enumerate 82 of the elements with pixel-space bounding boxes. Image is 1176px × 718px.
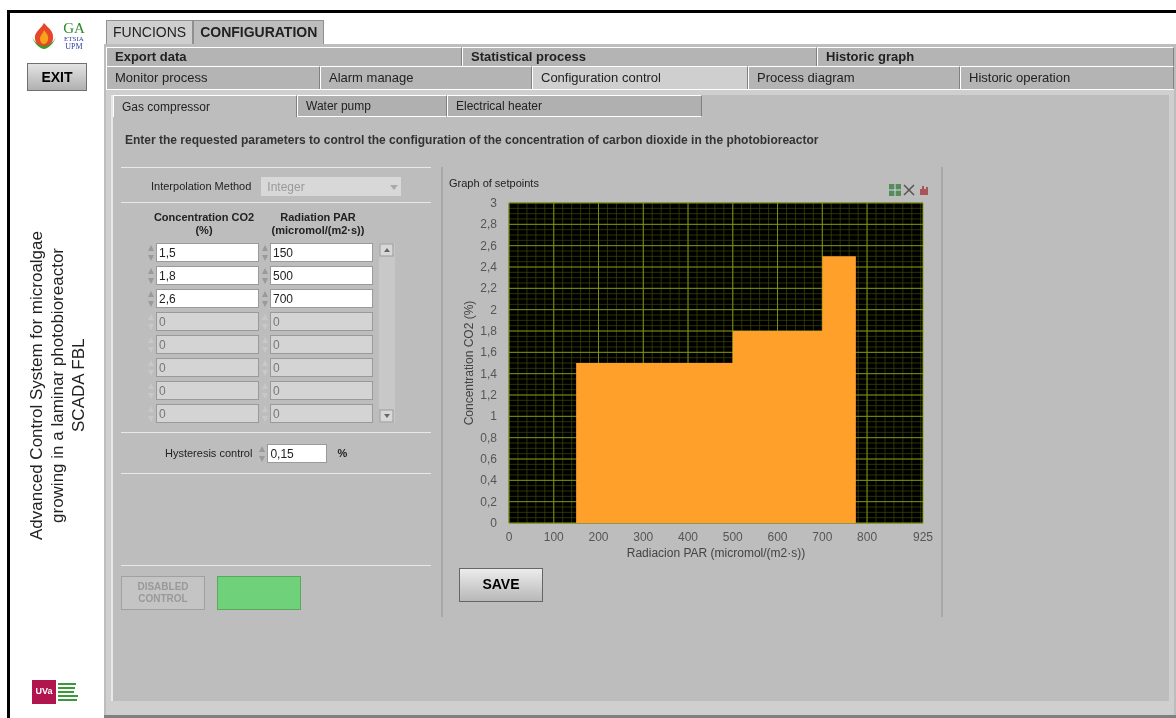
y-tick-label: 0	[490, 515, 497, 530]
tab[interactable]: Process diagram	[748, 66, 960, 89]
y-tick-label: 0,6	[480, 451, 497, 466]
logo-label: UVa	[32, 680, 56, 704]
graph-title: Graph of setpoints	[449, 176, 539, 191]
field-label: Interpolation Method	[151, 179, 252, 195]
spinner-arrows-icon[interactable]	[147, 266, 155, 285]
y-tick-label: 1,8	[480, 323, 497, 338]
x-tick-label: 800	[857, 529, 878, 544]
x-tick-label: 925	[913, 529, 933, 544]
tab[interactable]: Alarm manage	[320, 66, 532, 89]
tab[interactable]: FUNCIONS	[106, 20, 194, 44]
y-tick-label: 0,4	[480, 472, 497, 487]
y-tick-label: 1,6	[480, 344, 497, 359]
number-field[interactable]: 1,8	[156, 266, 259, 285]
logo-subtitle: UPM	[65, 43, 83, 51]
tab[interactable]: Water pump	[297, 95, 447, 117]
exit-button[interactable]: EXIT	[27, 63, 87, 91]
y-tick-label: 2,2	[480, 280, 497, 295]
y-tick-label: 2	[490, 302, 497, 317]
tab[interactable]: Export data	[106, 47, 462, 66]
tab[interactable]: CONFIGURATION	[193, 20, 325, 44]
spinner-arrows-icon[interactable]	[261, 266, 269, 285]
y-tick-label: 1	[490, 408, 497, 423]
tab[interactable]: Electrical heater	[447, 95, 702, 117]
x-tick-label: 0	[505, 529, 513, 544]
grid-icon[interactable]	[889, 183, 901, 196]
tab[interactable]: Historic operation	[960, 66, 1174, 89]
y-tick-label: 3	[490, 195, 497, 210]
column-header: Concentration CO2 (%)	[152, 211, 256, 237]
tab[interactable]: Statistical process	[462, 47, 817, 66]
logo-title: GA	[63, 21, 85, 36]
number-field[interactable]: 500	[270, 266, 373, 285]
tab[interactable]: Historic graph	[817, 47, 1174, 66]
x-tick-label: 600	[767, 529, 788, 544]
spinner-arrows-icon[interactable]	[147, 358, 155, 377]
y-tick-label: 0,8	[480, 430, 497, 445]
save-button[interactable]: SAVE	[459, 567, 543, 602]
spinner-arrows-icon[interactable]	[261, 381, 269, 400]
spinner-arrows-icon[interactable]	[261, 289, 269, 308]
spinner-arrows-icon[interactable]	[258, 444, 267, 463]
spinner-arrows-icon[interactable]	[147, 381, 155, 400]
y-tick-label: 2,8	[480, 216, 497, 231]
y-tick-label: 1,4	[480, 366, 497, 381]
number-field[interactable]: 700	[270, 289, 373, 308]
y-axis-title: Concentration CO2 (%)	[462, 300, 476, 425]
column-header: Radiation PAR (micromol/(m2·s))	[270, 211, 366, 237]
scroll-up-icon[interactable]	[379, 243, 395, 257]
x-tick-label: 100	[543, 529, 564, 544]
spinner-arrows-icon[interactable]	[261, 312, 269, 331]
y-tick-label: 2,4	[480, 259, 497, 274]
spinner-arrows-icon[interactable]	[261, 404, 269, 423]
spinner-arrows-icon[interactable]	[147, 243, 155, 262]
spinner-arrows-icon[interactable]	[147, 312, 155, 331]
tab[interactable]: Monitor process	[106, 66, 320, 89]
scrollbar[interactable]	[379, 243, 395, 423]
scroll-down-icon[interactable]	[379, 409, 395, 423]
x-axis-title: Radiacion PAR (micromol/(m2·s))	[626, 545, 806, 560]
tab[interactable]: Gas compressor	[113, 95, 297, 117]
x-tick-label: 200	[588, 529, 609, 544]
spinner-arrows-icon[interactable]	[261, 358, 269, 377]
y-tick-label: 0,2	[480, 494, 497, 509]
x-tick-label: 500	[722, 529, 743, 544]
y-tick-label: 1,2	[480, 387, 497, 402]
number-field[interactable]: 150	[270, 243, 373, 262]
number-field[interactable]: 1,5	[156, 243, 259, 262]
tab[interactable]: Configuration control	[532, 66, 748, 89]
spinner-arrows-icon[interactable]	[147, 335, 155, 354]
number-field[interactable]: 0,15	[267, 444, 328, 463]
y-tick-label: 2,6	[480, 238, 497, 253]
spinner-arrows-icon[interactable]	[261, 243, 269, 262]
instruction-text: Enter the requested parameters to control the configuration of the concentration of carbon dioxide in the photobioreactor	[125, 132, 820, 149]
spinner-arrows-icon[interactable]	[147, 289, 155, 308]
x-tick-label: 300	[633, 529, 654, 544]
x-tick-label: 400	[678, 529, 699, 544]
application-title: Advanced Control System for microalgae growing in a laminar photobioreactor SCADA FBL	[25, 231, 89, 540]
number-field[interactable]: 2,6	[156, 289, 259, 308]
spinner-arrows-icon[interactable]	[261, 335, 269, 354]
x-tick-label: 700	[812, 529, 833, 544]
spinner-arrows-icon[interactable]	[147, 404, 155, 423]
field-label: Hysteresis control	[165, 446, 253, 462]
unit-label: %	[337, 446, 348, 462]
